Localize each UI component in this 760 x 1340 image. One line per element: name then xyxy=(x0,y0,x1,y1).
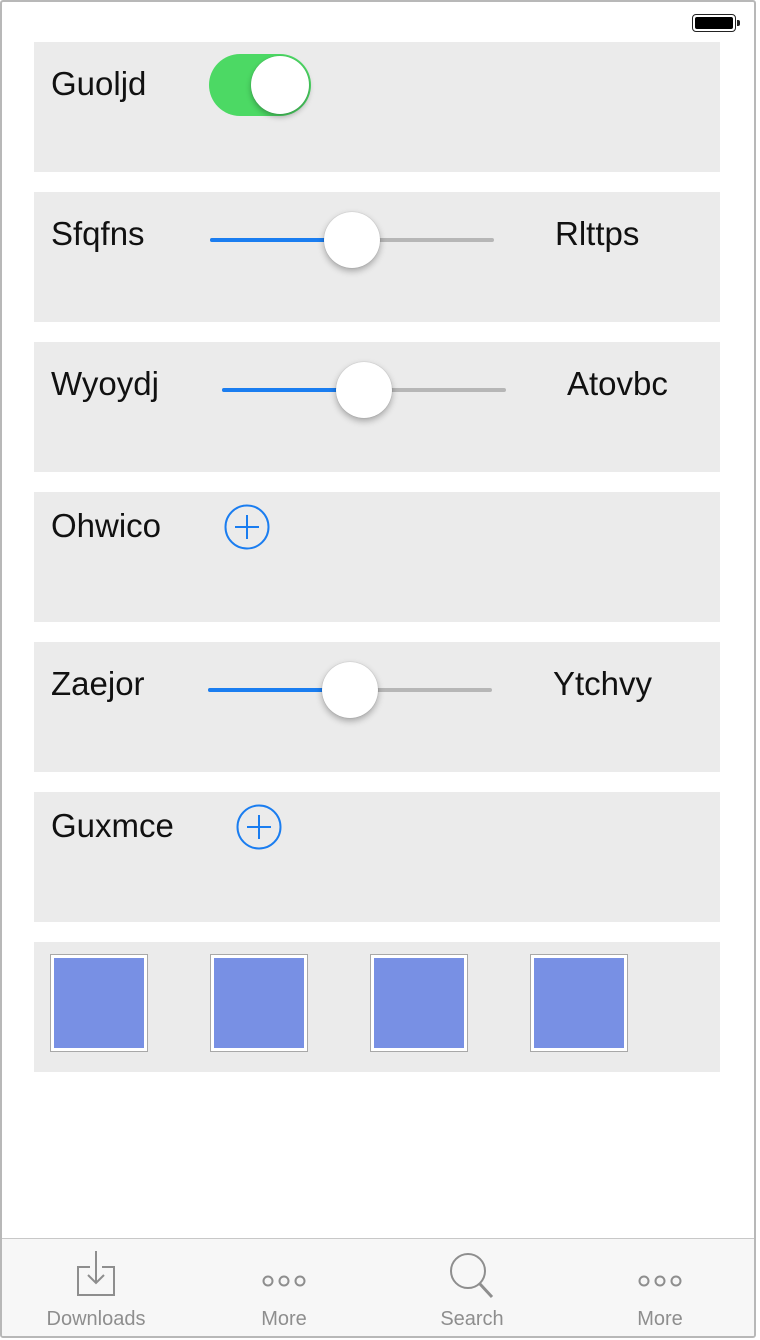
tab-more[interactable]: More xyxy=(190,1239,378,1336)
slider-max-label: Ytchvy xyxy=(553,665,653,702)
slider-max-label: Atovbc xyxy=(567,365,668,402)
slider-min-label: Sfqfns xyxy=(51,215,145,252)
slider-row: Sfqfns Rlttps xyxy=(34,192,720,322)
slider-thumb[interactable] xyxy=(336,362,392,418)
toggle-row: Guoljd xyxy=(34,42,720,172)
slider[interactable] xyxy=(222,362,506,418)
search-icon xyxy=(442,1247,502,1303)
color-swatch[interactable] xyxy=(210,954,308,1052)
tab-label: Search xyxy=(440,1308,504,1330)
downloads-icon xyxy=(66,1247,126,1303)
add-row-label: Ohwico xyxy=(51,507,162,544)
slider-min-label: Wyoydj xyxy=(51,365,159,402)
tab-label: More xyxy=(261,1308,307,1330)
toggle-label: Guoljd xyxy=(51,65,147,102)
add-row: Ohwico xyxy=(34,492,720,622)
color-swatch[interactable] xyxy=(370,954,468,1052)
slider-row: Zaejor Ytchvy xyxy=(34,642,720,772)
add-row: Guxmce xyxy=(34,792,720,922)
tab-label: Downloads xyxy=(46,1308,146,1330)
tab-more[interactable]: More xyxy=(566,1239,754,1336)
more-icon xyxy=(254,1247,314,1303)
more-icon xyxy=(630,1247,690,1303)
toggle-switch[interactable] xyxy=(209,54,311,116)
slider-row: Wyoydj Atovbc xyxy=(34,342,720,472)
tab-downloads[interactable]: Downloads xyxy=(2,1239,190,1336)
tab-search[interactable]: Search xyxy=(378,1239,566,1336)
battery-full-icon xyxy=(692,14,740,32)
slider-min-label: Zaejor xyxy=(51,665,145,702)
tab-label: More xyxy=(637,1308,683,1330)
color-swatch[interactable] xyxy=(50,954,148,1052)
add-circle-icon[interactable] xyxy=(224,504,270,550)
slider-thumb[interactable] xyxy=(324,212,380,268)
swatch-row xyxy=(34,942,720,1072)
slider-thumb[interactable] xyxy=(322,662,378,718)
slider[interactable] xyxy=(210,212,494,268)
color-swatch[interactable] xyxy=(530,954,628,1052)
add-circle-icon[interactable] xyxy=(236,804,282,850)
add-row-label: Guxmce xyxy=(51,807,174,844)
tab-bar: Downloads More Search More xyxy=(2,1238,754,1336)
slider-max-label: Rlttps xyxy=(555,215,640,252)
device-frame: Guoljd Sfqfns Rlttps Wyoydj Atovbc Ohwic… xyxy=(0,0,756,1338)
slider[interactable] xyxy=(208,662,492,718)
toggle-knob xyxy=(251,56,309,114)
